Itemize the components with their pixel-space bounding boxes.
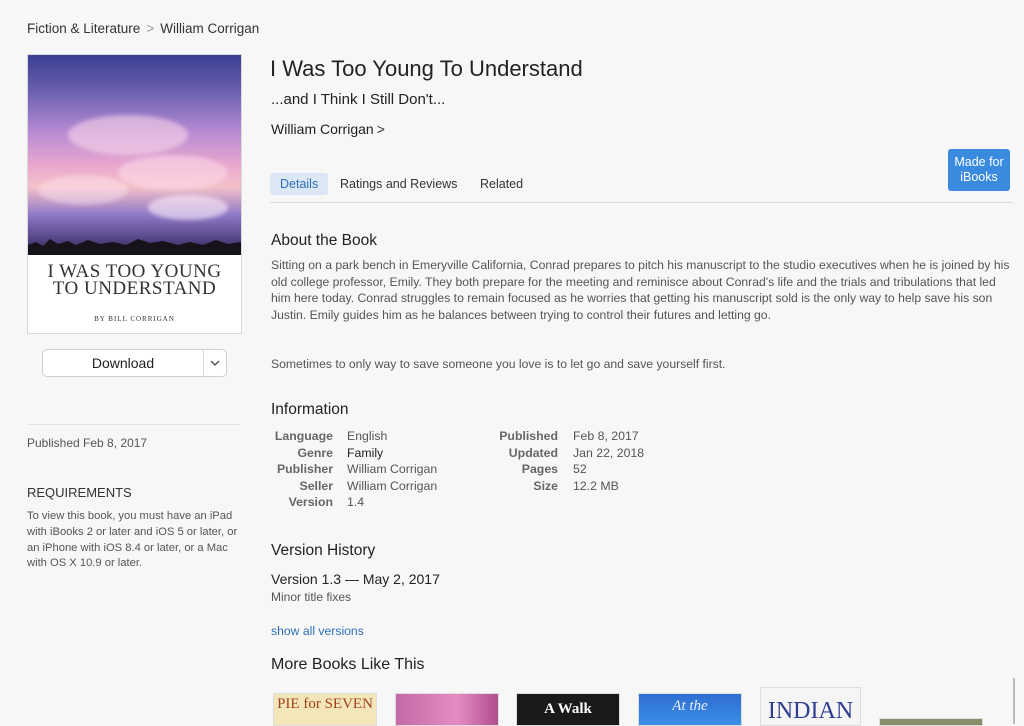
- info-updated-label: Updated: [508, 445, 558, 460]
- download-button[interactable]: Download: [43, 350, 203, 376]
- requirements-text: To view this book, you must have an iPad…: [27, 510, 238, 570]
- info-seller-label: Seller: [299, 478, 334, 493]
- book-cover[interactable]: I WAS TOO YOUNG TO UNDERSTAND BY BILL CO…: [27, 54, 242, 334]
- breadcrumb: Fiction & Literature > William Corrigan: [27, 21, 259, 36]
- book-title: I Was Too Young To Understand: [270, 56, 583, 81]
- info-pages-value: 52: [573, 462, 587, 476]
- related-book-cover-text: PIE for SEVEN: [277, 696, 373, 712]
- about-description: Sitting on a park bench in Emeryville Ca…: [271, 258, 1010, 322]
- tab-details[interactable]: Details: [270, 173, 329, 195]
- made-for-ibooks-badge: Made for iBooks: [948, 149, 1010, 191]
- info-seller-value: William Corrigan: [347, 478, 438, 493]
- info-version-value: 1.4: [347, 495, 365, 509]
- download-button-group: Download: [42, 349, 227, 377]
- info-genre-value[interactable]: Family: [347, 446, 383, 460]
- breadcrumb-category[interactable]: Fiction & Literature: [27, 21, 140, 36]
- tab-ratings-and-reviews[interactable]: Ratings and Reviews: [340, 173, 457, 195]
- related-book-cover[interactable]: [395, 693, 499, 726]
- info-version-label: Version: [288, 495, 333, 509]
- info-publisher-label: Publisher: [276, 462, 333, 476]
- related-book-cover[interactable]: A Walk: [516, 693, 620, 726]
- related-book-cover[interactable]: PIE for SEVEN: [273, 693, 377, 726]
- cover-title: I WAS TOO YOUNG TO UNDERSTAND: [28, 262, 241, 299]
- related-book-cover[interactable]: [879, 718, 983, 726]
- sidebar-published-date: Published Feb 8, 2017: [27, 436, 148, 450]
- information-heading: Information: [271, 401, 349, 418]
- badge-line1: Made for: [954, 155, 1004, 169]
- tab-divider: [270, 202, 1013, 203]
- download-menu-button[interactable]: [204, 350, 226, 376]
- info-published-value: Feb 8, 2017: [573, 429, 639, 443]
- show-all-versions-link[interactable]: show all versions: [271, 624, 364, 638]
- requirements-heading: REQUIREMENTS: [27, 485, 132, 500]
- version-latest-note: Minor title fixes: [271, 590, 352, 604]
- breadcrumb-separator: >: [146, 21, 155, 36]
- chevron-down-icon: [210, 360, 220, 367]
- related-book-cover-text: INDIAN: [767, 698, 854, 724]
- info-size-value: 12.2 MB: [573, 478, 619, 493]
- breadcrumb-author[interactable]: William Corrigan: [160, 21, 259, 36]
- author-name: William Corrigan: [271, 121, 374, 137]
- info-pages-label: Pages: [521, 462, 558, 476]
- cover-title-line2: TO UNDERSTAND: [52, 278, 217, 299]
- about-heading: About the Book: [271, 232, 377, 249]
- about-tagline: Sometimes to only way to save someone yo…: [271, 357, 726, 371]
- chevron-right-icon: >: [376, 121, 385, 137]
- tab-related[interactable]: Related: [480, 173, 523, 195]
- info-publisher-value: William Corrigan: [347, 462, 438, 476]
- related-book-cover-text: At the: [672, 698, 708, 714]
- cover-byline: BY BILL CORRIGAN: [94, 315, 175, 323]
- scrollbar[interactable]: [1013, 678, 1015, 724]
- cover-treeline: [28, 239, 241, 255]
- related-book-cover[interactable]: INDIAN: [760, 687, 861, 726]
- version-history-heading: Version History: [271, 542, 376, 559]
- author-link[interactable]: William Corrigan >: [271, 121, 385, 137]
- more-books-heading: More Books Like This: [271, 656, 425, 673]
- info-genre-label: Genre: [297, 445, 333, 460]
- info-language-value: English: [347, 429, 388, 443]
- related-book-cover-text: A Walk: [544, 701, 592, 717]
- version-latest-title: Version 1.3 — May 2, 2017: [271, 571, 440, 587]
- sidebar-divider: [27, 424, 240, 425]
- badge-line2: iBooks: [960, 170, 998, 184]
- info-size-label: Size: [533, 478, 558, 493]
- related-book-cover[interactable]: At the: [638, 693, 742, 726]
- info-language-label: Language: [274, 429, 333, 443]
- book-subtitle: ...and I Think I Still Don't...: [271, 91, 446, 108]
- cover-sky-image: [28, 55, 241, 255]
- info-updated-value: Jan 22, 2018: [573, 445, 645, 460]
- info-published-label: Published: [499, 429, 558, 443]
